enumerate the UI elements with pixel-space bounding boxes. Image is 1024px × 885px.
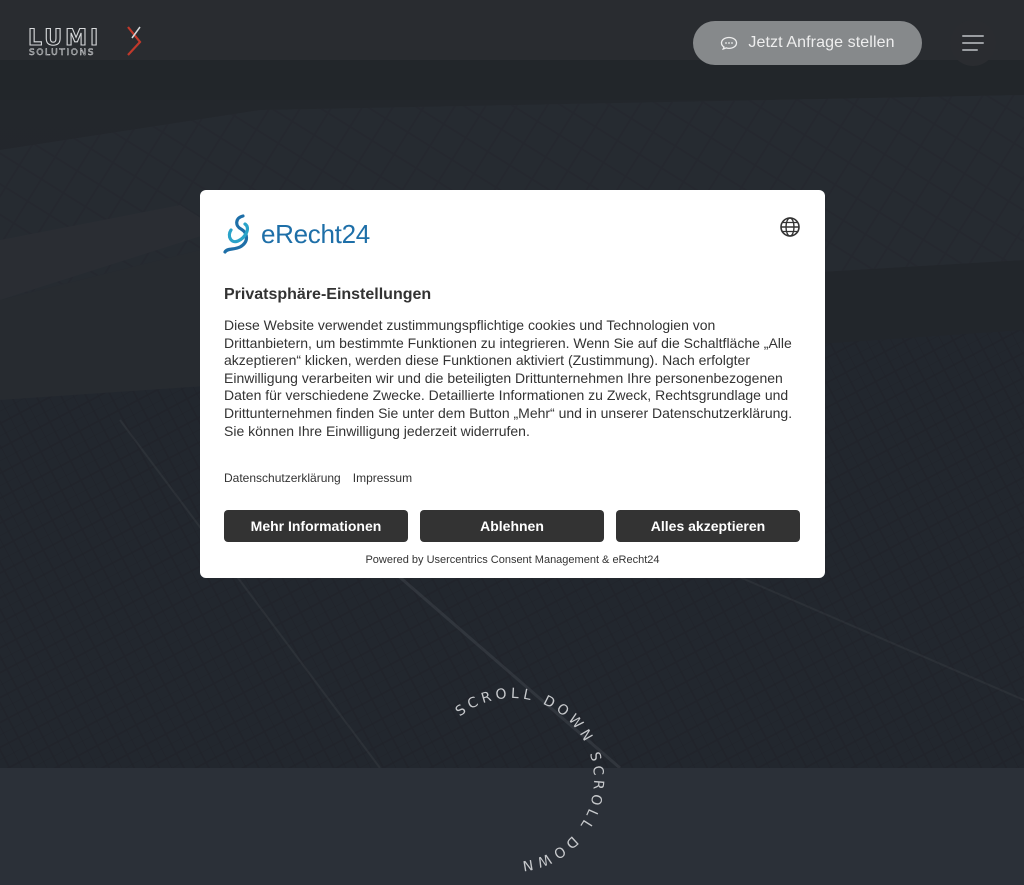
globe-icon <box>780 217 800 237</box>
powered-by-text: Powered by Usercentrics Consent Manageme… <box>365 554 660 566</box>
language-button[interactable] <box>779 216 801 238</box>
logo-accent-icon <box>127 26 142 56</box>
consent-description: Diese Website verwendet zustimmungspflic… <box>224 317 793 439</box>
brand-name: eRecht24 <box>261 218 370 249</box>
logo-sub-text: SOLUTIONS <box>29 48 95 58</box>
request-quote-button[interactable]: Jetzt Anfrage stellen <box>693 21 922 65</box>
imprint-link[interactable]: Impressum <box>353 471 412 485</box>
scroll-down-indicator[interactable]: SCROLL DOWN SCROLL DOWN <box>412 680 612 880</box>
logo-mark: LUMI SOLUTIONS <box>27 25 142 58</box>
privacy-policy-link[interactable]: Datenschutzerklärung <box>224 471 341 485</box>
consent-buttons: Mehr Informationen Ablehnen Alles akzept… <box>224 510 800 542</box>
chat-icon <box>720 36 738 51</box>
erecht24-mark-icon <box>223 214 250 254</box>
consent-dialog: eRecht24 Privatsphäre-Einstellungen Dies… <box>200 190 825 578</box>
decline-button[interactable]: Ablehnen <box>420 510 604 542</box>
consent-links: Datenschutzerklärung Impressum <box>224 471 412 485</box>
hamburger-icon <box>962 35 984 37</box>
menu-button[interactable] <box>950 20 996 66</box>
scroll-down-text: SCROLL DOWN SCROLL DOWN <box>453 686 603 874</box>
more-information-button[interactable]: Mehr Informationen <box>224 510 408 542</box>
svg-text:SCROLL DOWN SCROLL DOWN: SCROLL DOWN SCROLL DOWN <box>453 686 607 874</box>
accept-all-button[interactable]: Alles akzeptieren <box>616 510 800 542</box>
erecht24-logo: eRecht24 <box>223 214 370 254</box>
request-quote-label: Jetzt Anfrage stellen <box>748 34 895 51</box>
lumi-solutions-logo[interactable]: LUMI SOLUTIONS <box>27 24 148 58</box>
consent-title: Privatsphäre-Einstellungen <box>224 286 432 303</box>
